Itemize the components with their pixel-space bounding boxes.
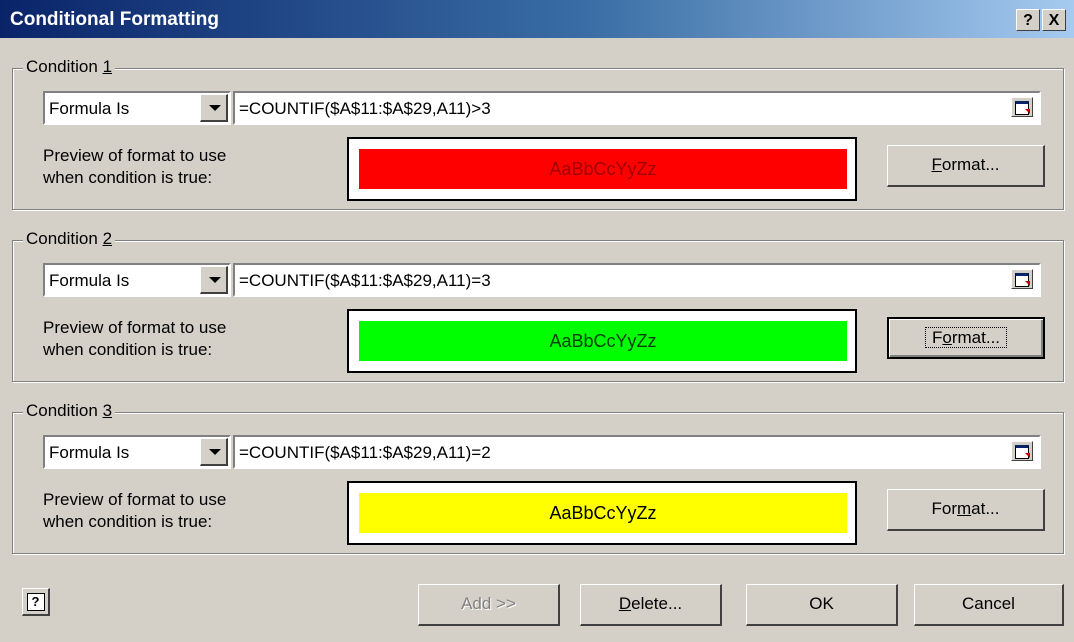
condition-1-label: Condition 1: [23, 57, 116, 77]
help-button[interactable]: ?: [22, 588, 50, 616]
title-bar: Conditional Formatting ? X: [0, 0, 1074, 38]
close-button[interactable]: X: [1042, 9, 1066, 31]
condition-1-preview-label: Preview of format to use when condition …: [43, 146, 227, 187]
condition-1-group: Condition 1 Formula Is =COUNTIF($A$11:$A…: [12, 57, 1064, 210]
condition-2-group: Condition 2 Formula Is =COUNTIF($A$11:$A…: [12, 229, 1064, 382]
condition-2-preview-swatch: AaBbCcYyZz: [359, 321, 847, 361]
condition-1-formula-input[interactable]: =COUNTIF($A$11:$A$29,A11)>3: [233, 91, 1041, 125]
condition-2-preview-box: AaBbCcYyZz: [347, 309, 857, 373]
condition-1-formula-value: =COUNTIF($A$11:$A$29,A11)>3: [239, 99, 491, 118]
window-title: Conditional Formatting: [10, 9, 219, 30]
delete-button[interactable]: Delete...: [580, 584, 722, 626]
condition-3-group: Condition 3 Formula Is =COUNTIF($A$11:$A…: [12, 401, 1064, 554]
collapse-dialog-icon[interactable]: [1011, 97, 1033, 117]
collapse-dialog-icon[interactable]: [1011, 269, 1033, 289]
condition-2-type-value: Formula Is: [49, 271, 130, 290]
condition-1-preview-box: AaBbCcYyZz: [347, 137, 857, 201]
condition-3-formula-value: =COUNTIF($A$11:$A$29,A11)=2: [239, 443, 491, 462]
cancel-button[interactable]: Cancel: [914, 584, 1064, 626]
condition-2-formula-value: =COUNTIF($A$11:$A$29,A11)=3: [239, 271, 491, 290]
condition-1-format-button[interactable]: Format...: [887, 145, 1045, 187]
condition-3-type-dropdown[interactable]: Formula Is: [43, 435, 231, 469]
condition-2-format-button[interactable]: Format...: [887, 317, 1045, 359]
condition-3-format-button[interactable]: Format...: [887, 489, 1045, 531]
chevron-down-icon[interactable]: [200, 438, 228, 466]
chevron-down-icon[interactable]: [200, 94, 228, 122]
collapse-dialog-icon[interactable]: [1011, 441, 1033, 461]
add-button[interactable]: Add >>: [418, 584, 560, 626]
condition-2-formula-input[interactable]: =COUNTIF($A$11:$A$29,A11)=3: [233, 263, 1041, 297]
condition-3-preview-box: AaBbCcYyZz: [347, 481, 857, 545]
ok-button[interactable]: OK: [746, 584, 898, 626]
condition-1-preview-swatch: AaBbCcYyZz: [359, 149, 847, 189]
condition-3-preview-swatch: AaBbCcYyZz: [359, 493, 847, 533]
condition-3-type-value: Formula Is: [49, 443, 130, 462]
chevron-down-icon[interactable]: [200, 266, 228, 294]
condition-2-label: Condition 2: [23, 229, 116, 249]
condition-3-formula-input[interactable]: =COUNTIF($A$11:$A$29,A11)=2: [233, 435, 1041, 469]
condition-2-type-dropdown[interactable]: Formula Is: [43, 263, 231, 297]
condition-3-label: Condition 3: [23, 401, 116, 421]
condition-1-type-value: Formula Is: [49, 99, 130, 118]
help-icon: ?: [26, 593, 45, 611]
help-title-button[interactable]: ?: [1016, 9, 1040, 31]
condition-3-preview-label: Preview of format to use when condition …: [43, 490, 227, 531]
condition-2-preview-label: Preview of format to use when condition …: [43, 318, 227, 359]
condition-1-type-dropdown[interactable]: Formula Is: [43, 91, 231, 125]
